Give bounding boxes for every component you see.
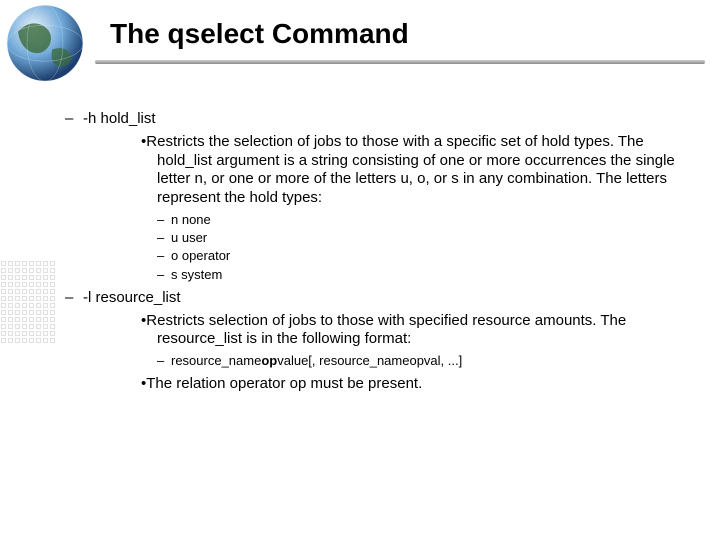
format-part: value[, resource_nameopval, ...]: [277, 353, 462, 368]
bullet-text: The relation operator op must be present…: [146, 375, 422, 392]
format-op: op: [261, 353, 277, 368]
globe-icon: [0, 0, 90, 90]
grid-decoration: [0, 260, 70, 380]
list-item: –o operator: [157, 248, 690, 264]
list-item: –s system: [157, 267, 690, 283]
bullet-text: Restricts selection of jobs to those wit…: [146, 312, 626, 348]
format-part: resource_name: [171, 353, 261, 368]
sub-text: o operator: [171, 248, 230, 263]
sub-text: s system: [171, 267, 222, 282]
list-item: •The relation operator op must be presen…: [103, 375, 690, 394]
sub-text: n none: [171, 212, 211, 227]
list-item: –u user: [157, 230, 690, 246]
list-item: –-h hold_list: [65, 110, 690, 129]
flag-label: -l resource_list: [83, 289, 181, 306]
slide-body: –-h hold_list •Restricts the selection o…: [65, 110, 690, 394]
flag-label: -h hold_list: [83, 110, 156, 127]
title-divider: [95, 60, 705, 64]
list-item: •Restricts the selection of jobs to thos…: [103, 133, 690, 208]
list-item: •Restricts selection of jobs to those wi…: [103, 312, 690, 350]
list-item: –-l resource_list: [65, 289, 690, 308]
list-item: –resource_nameopvalue[, resource_nameopv…: [157, 353, 690, 369]
sub-text: u user: [171, 230, 207, 245]
bullet-text: Restricts the selection of jobs to those…: [146, 133, 675, 206]
list-item: –n none: [157, 212, 690, 228]
slide-title: The qselect Command: [110, 18, 409, 50]
